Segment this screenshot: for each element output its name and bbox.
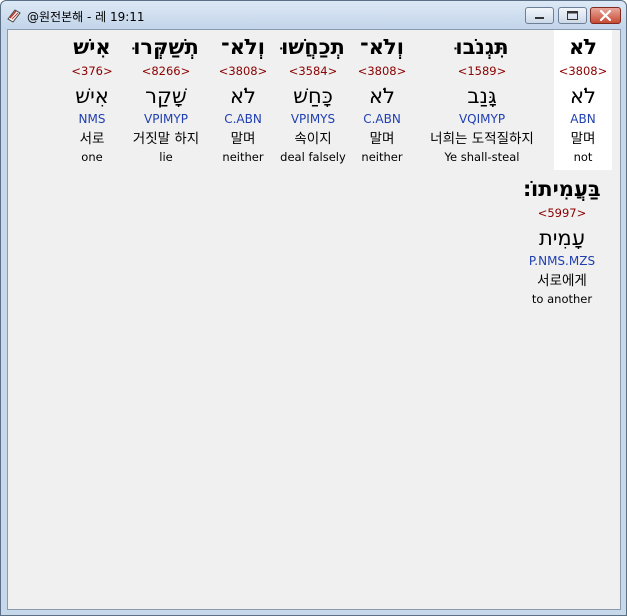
english-gloss: to another xyxy=(531,292,593,306)
strong-number[interactable]: <376> xyxy=(66,64,118,78)
maximize-icon xyxy=(567,11,578,20)
strong-number[interactable]: <3584> xyxy=(276,64,350,78)
morphology-code: ABN xyxy=(570,112,596,126)
strong-number[interactable]: <8266> xyxy=(122,64,210,78)
lexical-form: אִישׁ xyxy=(75,84,109,108)
english-gloss: neither xyxy=(222,150,264,164)
strong-number[interactable]: <3808> xyxy=(554,64,612,78)
bible-app-icon[interactable] xyxy=(6,7,22,23)
strong-number[interactable]: <3808> xyxy=(214,64,272,78)
word-column[interactable]: וְלֹא־ <3808> לֹא C.ABN 말며 neither xyxy=(354,30,410,170)
title-bar[interactable]: @원전본해 - 레 19:11 xyxy=(1,1,626,29)
english-gloss: deal falsely xyxy=(280,150,346,164)
word-column[interactable]: לֹא <3808> לֹא ABN 말며 not xyxy=(554,30,612,170)
lexical-form: שָׁקַר xyxy=(145,84,187,108)
minimize-icon xyxy=(535,17,544,19)
word-column[interactable]: אִישׁ <376> אִישׁ NMS 서로 one xyxy=(66,30,118,170)
korean-gloss: 거짓말 하지 xyxy=(132,131,200,147)
word-column[interactable]: תְכַחֲשׁוּ <3584> כָּחַשׁ VPIMYS 속이지 dea… xyxy=(276,30,350,170)
hebrew-word: תְשַׁקְּרוּ xyxy=(133,35,199,59)
hebrew-word: לֹא xyxy=(569,35,597,59)
korean-gloss: 말며 xyxy=(570,131,596,147)
interlinear-panel[interactable]: לֹא <3808> לֹא ABN 말며 not תִּגְנֹבוּ <15… xyxy=(7,29,621,610)
word-column[interactable]: וְלֹא־ <3808> לֹא C.ABN 말며 neither xyxy=(214,30,272,170)
lexical-form: לֹא xyxy=(369,84,395,108)
minimize-button[interactable] xyxy=(525,7,554,24)
english-gloss: Ye shall-steal xyxy=(444,150,520,164)
lexical-form: לֹא xyxy=(230,84,256,108)
strong-number[interactable]: <3808> xyxy=(354,64,410,78)
maximize-button[interactable] xyxy=(558,7,587,24)
app-window: @원전본해 - 레 19:11 לֹא <3808> לֹא ABN 말며 no… xyxy=(0,0,627,616)
hebrew-word: אִישׁ xyxy=(73,35,111,59)
english-gloss: lie xyxy=(159,150,173,164)
lexical-form: כָּחַשׁ xyxy=(293,84,333,108)
lexical-form: גָּנַב xyxy=(467,84,497,108)
strong-number[interactable]: <1589> xyxy=(414,64,550,78)
morphology-code: P.NMS.MZS xyxy=(528,254,596,268)
word-column[interactable]: תְשַׁקְּרוּ <8266> שָׁקַר VPIMYP 거짓말 하지 … xyxy=(122,30,210,170)
english-gloss: neither xyxy=(361,150,403,164)
close-icon xyxy=(599,9,612,22)
word-column[interactable]: תִּגְנֹבוּ <1589> גָּנַב VQIMYP 너희는 도적질하… xyxy=(414,30,550,170)
morphology-code: VQIMYP xyxy=(458,112,506,126)
morphology-code: VPIMYP xyxy=(144,112,188,126)
hebrew-word: תִּגְנֹבוּ xyxy=(455,35,509,59)
morphology-code: C.ABN xyxy=(363,112,401,126)
strong-number[interactable]: <5997> xyxy=(516,206,608,220)
hebrew-word: תְכַחֲשׁוּ xyxy=(281,35,345,59)
korean-gloss: 속이지 xyxy=(294,131,332,147)
morphology-code: NMS xyxy=(78,112,106,126)
lexical-form: עָמִית xyxy=(538,226,586,250)
morphology-code: C.ABN xyxy=(224,112,262,126)
korean-gloss: 너희는 도적질하지 xyxy=(430,131,534,147)
hebrew-word: בַּעֲמִיתוֹ׃ xyxy=(523,177,601,201)
close-button[interactable] xyxy=(590,7,621,24)
morphology-code: VPIMYS xyxy=(290,112,336,126)
korean-gloss: 말며 xyxy=(230,131,256,147)
korean-gloss: 서로 xyxy=(79,131,105,147)
korean-gloss: 서로에게 xyxy=(537,273,587,289)
korean-gloss: 말며 xyxy=(369,131,395,147)
word-column[interactable]: בַּעֲמִיתוֹ׃ <5997> עָמִית P.NMS.MZS 서로에… xyxy=(516,172,608,312)
window-title: @원전본해 - 레 19:11 xyxy=(27,10,145,24)
hebrew-word: וְלֹא־ xyxy=(360,35,404,59)
lexical-form: לֹא xyxy=(570,84,596,108)
hebrew-word: וְלֹא־ xyxy=(221,35,265,59)
english-gloss: one xyxy=(81,150,103,164)
english-gloss: not xyxy=(573,150,593,164)
